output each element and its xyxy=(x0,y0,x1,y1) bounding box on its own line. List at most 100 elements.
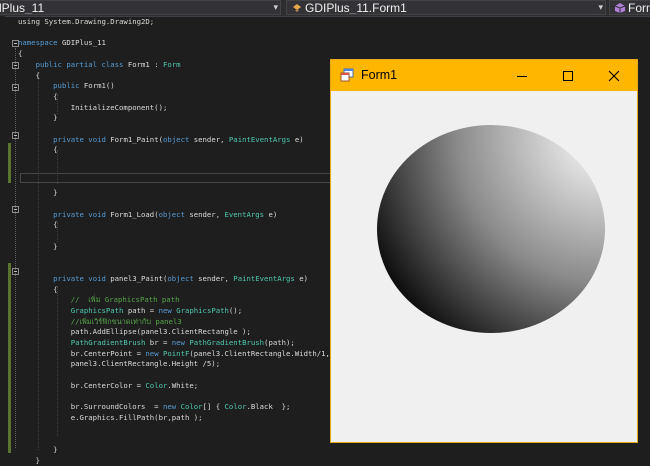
code-token: br.CenterPoint = xyxy=(18,348,146,358)
code-token: panel3_Paint( xyxy=(105,273,168,283)
code-line: br.CenterPoint = new PointF(panel3.Clien… xyxy=(18,348,330,359)
method-icon xyxy=(614,3,626,13)
member-label: Form xyxy=(628,1,650,15)
code-token: } xyxy=(18,188,58,198)
code-token: e) xyxy=(264,209,278,219)
code-line: { xyxy=(18,144,58,155)
code-token: } xyxy=(18,445,58,454)
maximize-button[interactable] xyxy=(545,60,591,91)
change-indicator xyxy=(8,143,11,183)
code-token: } xyxy=(18,455,40,465)
code-line: { xyxy=(18,219,57,230)
code-token: new xyxy=(145,348,159,358)
window-title: Form1 xyxy=(361,68,398,82)
project-scope-dropdown[interactable]: lPlus_11 ▾ xyxy=(0,0,281,15)
code-token: GDIPlus_11 xyxy=(57,38,106,48)
code-line: GraphicsPath path = new GraphicsPath(); xyxy=(18,305,242,316)
code-token: br.SurroundColors = xyxy=(18,402,163,412)
code-token: Form xyxy=(163,59,181,69)
code-token: e) xyxy=(294,273,308,283)
code-line: private void Form1_Load(object sender, E… xyxy=(18,209,277,220)
code-line: namespace GDIPlus_11 xyxy=(18,37,106,48)
code-token: GraphicsPath xyxy=(176,305,229,315)
code-token: private void xyxy=(53,209,106,219)
change-indicator xyxy=(8,263,11,453)
code-token: .Black }; xyxy=(246,402,291,412)
class-icon xyxy=(293,4,301,12)
gradient-ellipse xyxy=(377,125,605,333)
code-token: [] { xyxy=(202,402,225,412)
code-token: new xyxy=(171,338,185,347)
code-token: PathGradientBrush xyxy=(70,338,146,347)
code-token: } xyxy=(18,241,58,251)
code-token: object xyxy=(158,209,185,219)
code-token: using System.Drawing.Drawing2D; xyxy=(18,17,155,26)
code-token: .White; xyxy=(167,380,199,390)
code-line: { xyxy=(18,91,58,102)
code-token: e.Graphics.FillPath(br,path ); xyxy=(18,412,203,422)
code-line: panel3.ClientRectangle.Height /5); xyxy=(18,358,220,369)
code-token: //เพิ่มเวิร์ฟิกขนาดเท่ากับ panel3 xyxy=(70,316,182,326)
code-line: private void panel3_Paint(object sender,… xyxy=(18,273,308,284)
chevron-down-icon: ▾ xyxy=(598,2,603,12)
code-token: PaintEventArgs xyxy=(233,273,295,283)
code-token: GraphicsPath xyxy=(70,305,124,315)
code-token: } xyxy=(18,113,58,123)
indent-guide xyxy=(38,72,40,450)
code-line: } xyxy=(18,444,58,455)
code-token: (); xyxy=(228,305,243,315)
code-token: PathGradientBrush xyxy=(189,338,265,347)
code-token: public xyxy=(53,81,80,91)
code-token: { xyxy=(18,49,23,59)
type-label: GDIPlus_11.Form1 xyxy=(305,1,407,15)
code-token: Color xyxy=(180,402,203,412)
chevron-down-icon: ▾ xyxy=(273,2,278,12)
code-token: e) xyxy=(290,134,304,144)
code-token: Form1_Load( xyxy=(105,209,159,219)
code-line: //เพิ่มเวิร์ฟิกขนาดเท่ากับ panel3 xyxy=(18,316,182,327)
navigation-bar: lPlus_11 ▾ GDIPlus_11.Form1 ▾ Form xyxy=(0,0,650,17)
code-token: PaintEventArgs xyxy=(228,134,291,144)
code-token: (panel3.ClientRectangle.Width/1, xyxy=(189,348,330,358)
code-token: object xyxy=(167,273,194,283)
code-token: EventArgs xyxy=(224,209,265,219)
minimize-button[interactable] xyxy=(499,60,545,91)
close-button[interactable] xyxy=(591,60,637,91)
code-line: br.SurroundColors = new Color[] { Color.… xyxy=(18,401,291,412)
code-token: { xyxy=(18,91,58,101)
code-token: sender, xyxy=(189,134,229,144)
code-token: private void xyxy=(53,273,106,283)
type-dropdown[interactable]: GDIPlus_11.Form1 ▾ xyxy=(286,0,606,15)
code-token: path.AddEllipse(panel3.ClientRectangle )… xyxy=(18,327,251,337)
code-line: // เพิ่ม GraphicsPath path xyxy=(18,294,180,305)
code-token: Color xyxy=(224,402,247,412)
member-dropdown[interactable]: Form xyxy=(609,0,650,15)
code-token: // เพิ่ม GraphicsPath path xyxy=(70,295,180,305)
code-token: Color xyxy=(145,380,168,390)
form1-window[interactable]: Form1 xyxy=(330,59,638,443)
code-token: namespace xyxy=(18,38,58,48)
form-app-icon xyxy=(340,68,354,82)
code-token: panel3.ClientRectangle.Height /5); xyxy=(18,359,221,369)
code-token: { xyxy=(18,70,40,80)
panel3 xyxy=(331,91,637,442)
title-bar[interactable]: Form1 xyxy=(331,60,637,91)
code-token: public partial class xyxy=(35,59,124,69)
code-token: Form1_Paint( xyxy=(105,134,163,144)
code-line: e.Graphics.FillPath(br,path ); xyxy=(18,412,203,423)
code-line: using System.Drawing.Drawing2D; xyxy=(18,16,154,27)
code-token: path = xyxy=(123,305,159,315)
filled-ellipse xyxy=(377,125,605,333)
code-token: PointF xyxy=(163,348,190,358)
project-scope-label: lPlus_11 xyxy=(0,1,45,15)
code-token: { xyxy=(18,145,58,155)
code-line: { xyxy=(18,70,40,81)
code-token: Form1 : xyxy=(123,59,163,69)
